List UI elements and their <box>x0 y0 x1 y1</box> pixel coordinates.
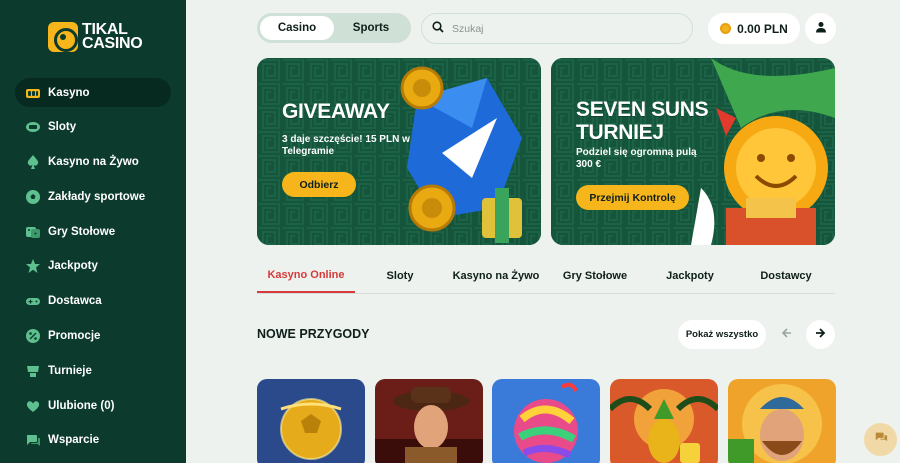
sidebar-item-label: Turnieje <box>48 364 92 377</box>
search-input[interactable] <box>452 22 672 35</box>
balance-amount: 0.00 PLN <box>737 21 788 36</box>
game-card[interactable] <box>610 379 718 463</box>
game-card[interactable] <box>728 379 836 463</box>
banner-seven-suns-subtitle: Podziel się ogromną pulą 300 € <box>576 147 697 170</box>
star-icon <box>25 258 41 274</box>
arrow-right-icon <box>815 326 827 344</box>
previous-button[interactable] <box>771 320 800 349</box>
switch-sports[interactable]: Sports <box>334 16 408 40</box>
sidebar-item-sloty[interactable]: Sloty <box>15 113 171 142</box>
brand-line-2: CASINO <box>82 35 143 52</box>
sidebar-item-label: Dostawca <box>48 295 102 308</box>
banner-seven-suns-title-line-2: TURNIEJ <box>576 121 664 144</box>
sidebar-item-support[interactable]: Wsparcie <box>15 426 171 455</box>
gamepad-icon <box>25 293 41 309</box>
section-title: NOWE PRZYGODY <box>257 327 370 341</box>
brand-logo[interactable]: TIKAL CASINO <box>48 22 143 52</box>
sidebar-nav: Kasyno Sloty Kasyno na Żywo Zakłady spor… <box>15 78 171 461</box>
spade-icon <box>25 154 41 170</box>
banner-giveaway-subtitle: 3 daje szczęście! 15 PLN w Telegramie <box>282 134 410 157</box>
next-button[interactable] <box>806 320 835 349</box>
sidebar-item-sports[interactable]: Zakłady sportowe <box>15 182 171 211</box>
chat-bubbles-icon <box>874 430 888 449</box>
tab-casino-online[interactable]: Kasyno Online <box>257 258 355 293</box>
user-account-button[interactable] <box>805 13 836 44</box>
sidebar-item-table-games[interactable]: Gry Stołowe <box>15 217 171 246</box>
banner-seven-suns[interactable]: SEVEN SUNS TURNIEJ Podziel się ogromną p… <box>551 58 835 245</box>
balance-button[interactable]: 0.00 PLN <box>708 13 800 44</box>
game-thumbnail-pineapple <box>610 379 718 463</box>
tab-slots[interactable]: Sloty <box>355 258 445 293</box>
search-bar[interactable] <box>421 13 693 44</box>
sidebar-item-label: Zakłady sportowe <box>48 190 146 203</box>
game-thumbnail-golden-ball <box>257 379 365 463</box>
game-card[interactable] <box>492 379 600 463</box>
chat-icon <box>25 432 41 448</box>
sidebar-item-live-casino[interactable]: Kasyno na Żywo <box>15 148 171 177</box>
game-card[interactable] <box>257 379 365 463</box>
game-thumbnail-fisherman <box>728 379 836 463</box>
heart-icon <box>25 398 41 414</box>
sidebar-item-label: Jackpoty <box>48 260 98 273</box>
sidebar-item-label: Wsparcie <box>48 434 100 447</box>
banner-giveaway[interactable]: GIVEAWAY 3 daje szczęście! 15 PLN w Tele… <box>257 58 541 245</box>
dice-icon <box>25 224 41 240</box>
sidebar-item-provider[interactable]: Dostawca <box>15 287 171 316</box>
user-icon <box>815 20 827 38</box>
ball-icon <box>25 189 41 205</box>
live-chat-button[interactable] <box>864 423 897 456</box>
percent-icon <box>25 328 41 344</box>
sidebar-item-label: Promocje <box>48 330 101 343</box>
sidebar-item-label: Kasyno na Żywo <box>48 156 139 169</box>
logo-emblem-icon <box>48 22 78 52</box>
cards-icon <box>25 85 41 101</box>
sidebar-item-promotions[interactable]: Promocje <box>15 322 171 351</box>
sidebar-item-jackpots[interactable]: Jackpoty <box>15 252 171 281</box>
tab-table-games[interactable]: Gry Stołowe <box>547 258 643 293</box>
sidebar: TIKAL CASINO Kasyno Sloty Kasyno na Żywo <box>0 0 186 463</box>
sidebar-item-kasyno[interactable]: Kasyno <box>15 78 171 107</box>
arrow-left-icon <box>780 326 792 344</box>
claim-button[interactable]: Odbierz <box>282 172 356 197</box>
sidebar-item-favorites[interactable]: Ulubione (0) <box>15 391 171 420</box>
sidebar-item-label: Ulubione (0) <box>48 399 115 412</box>
sidebar-item-label: Gry Stołowe <box>48 225 116 238</box>
switch-casino[interactable]: Casino <box>260 16 334 40</box>
game-card[interactable] <box>375 379 483 463</box>
game-thumbnail-candy <box>492 379 600 463</box>
banner-seven-suns-title: SEVEN SUNS TURNIEJ <box>576 98 709 144</box>
show-all-button[interactable]: Pokaż wszystko <box>678 320 766 349</box>
sidebar-item-label: Kasyno <box>48 86 90 99</box>
sidebar-item-label: Sloty <box>48 121 77 134</box>
banner-seven-suns-title-line-1: SEVEN SUNS <box>576 98 709 121</box>
casino-sports-switch: Casino Sports <box>257 13 411 43</box>
slot-icon <box>25 119 41 135</box>
tab-jackpots[interactable]: Jackpoty <box>643 258 737 293</box>
sidebar-item-tournaments[interactable]: Turnieje <box>15 356 171 385</box>
trophy-icon <box>25 363 41 379</box>
banner-giveaway-title: GIVEAWAY <box>282 100 390 123</box>
tab-providers[interactable]: Dostawcy <box>737 258 835 293</box>
coin-icon <box>720 23 732 34</box>
search-icon <box>432 20 444 38</box>
take-control-button[interactable]: Przejmij Kontrolę <box>576 185 689 210</box>
tab-live-casino[interactable]: Kasyno na Żywo <box>445 258 547 293</box>
game-thumbnail-explorer <box>375 379 483 463</box>
category-tabs: Kasyno Online Sloty Kasyno na Żywo Gry S… <box>257 258 835 294</box>
